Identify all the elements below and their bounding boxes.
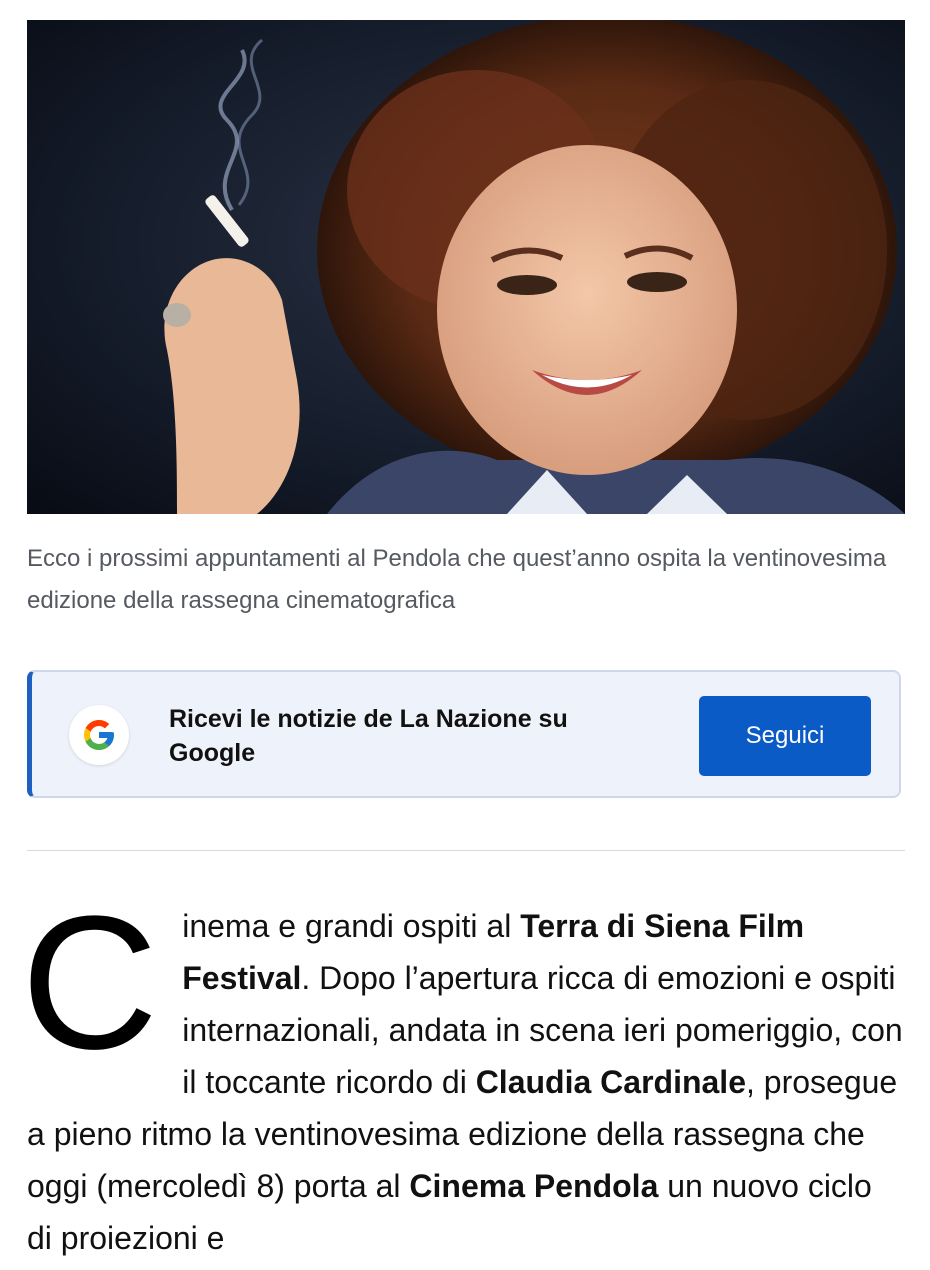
drop-cap: C — [21, 877, 159, 1089]
follow-banner-text: Ricevi le notizie de La Nazione su Googl… — [169, 705, 568, 767]
photo-caption: Ecco i prossimi appuntamenti al Pendola … — [27, 545, 887, 614]
article-body: Cinema e grandi ospiti al Terra di Siena… — [21, 888, 905, 1264]
follow-button[interactable]: Seguici — [699, 696, 871, 776]
article-bold-text: Cinema Pendola — [409, 1168, 659, 1204]
photo-icon — [27, 20, 905, 514]
google-follow-banner: Ricevi le notizie de La Nazione su Googl… — [27, 670, 901, 798]
google-g-icon — [69, 705, 129, 765]
article-text: inema e grandi ospiti al — [182, 908, 521, 944]
article-bold-text: Claudia Cardinale — [475, 1064, 746, 1100]
section-divider — [27, 850, 905, 851]
article-page: Ecco i prossimi appuntamenti al Pendola … — [0, 0, 930, 1270]
hero-photo — [27, 20, 905, 514]
